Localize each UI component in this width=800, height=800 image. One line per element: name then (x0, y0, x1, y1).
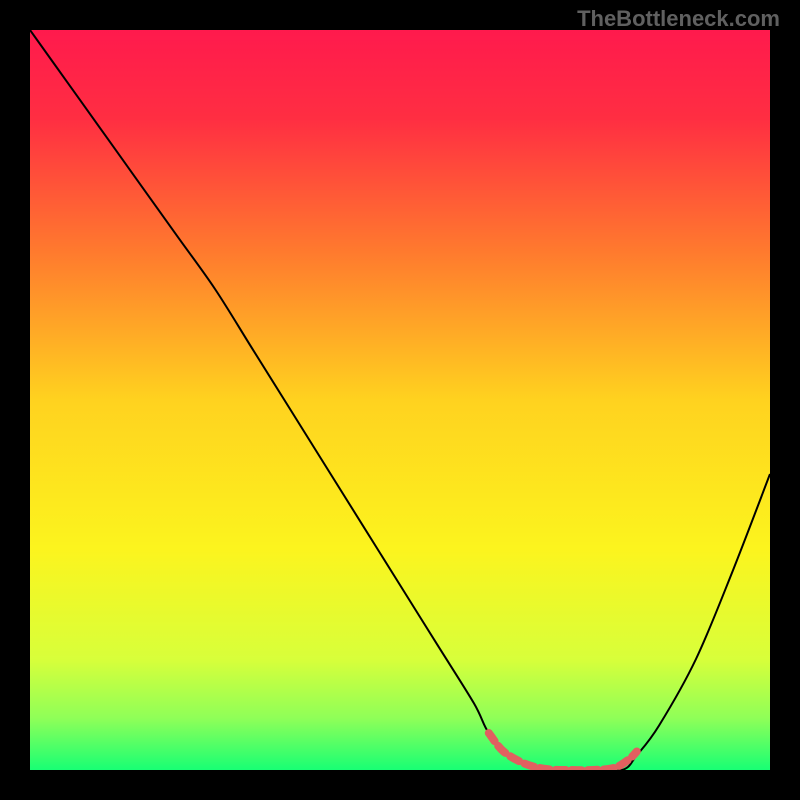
bottleneck-chart (30, 30, 770, 770)
watermark-text: TheBottleneck.com (577, 6, 780, 32)
chart-background (30, 30, 770, 770)
chart-plot-area (30, 30, 770, 770)
